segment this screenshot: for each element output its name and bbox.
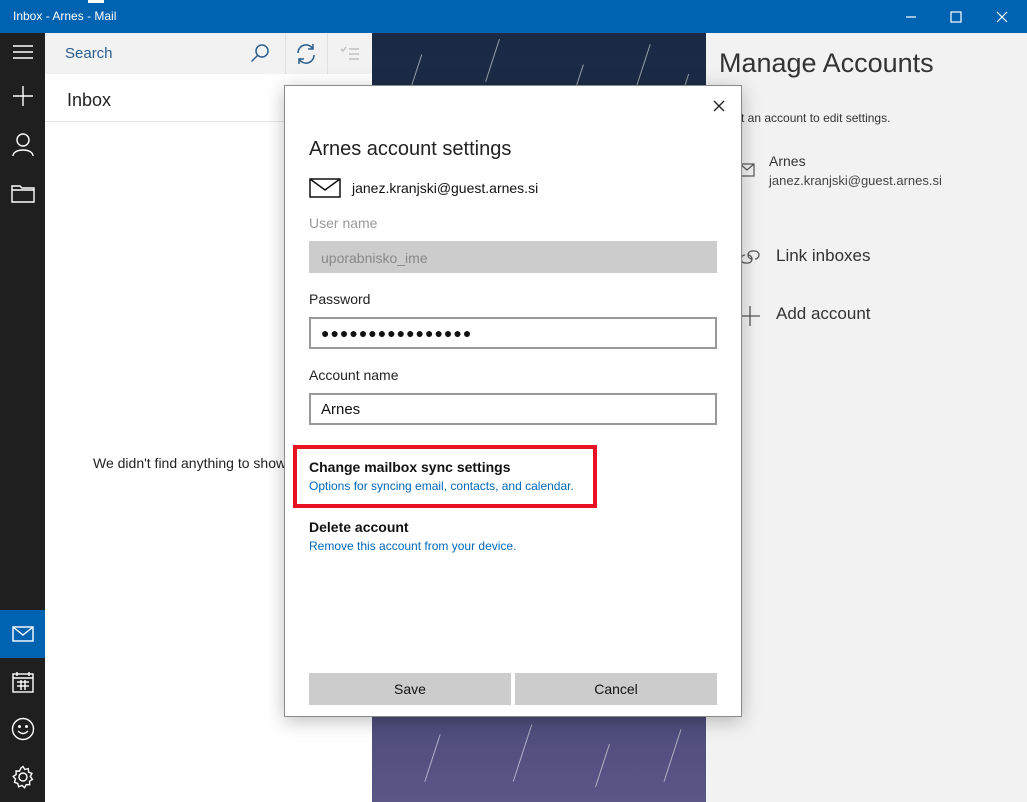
sync-settings-description[interactable]: Options for syncing email, contacts, and…: [309, 479, 574, 493]
close-icon: [996, 11, 1008, 22]
link-inboxes-label: Link inboxes: [776, 246, 871, 265]
mail-icon: [11, 626, 34, 642]
calendar-button[interactable]: [0, 658, 45, 706]
selection-mode-button[interactable]: [327, 33, 372, 74]
search-icon: [250, 44, 269, 63]
title-bar-tab-hint: [88, 0, 104, 3]
folder-title: Inbox: [67, 90, 112, 110]
add-icon: [739, 305, 761, 332]
manage-accounts-pane: Manage Accounts elect an account to edit…: [706, 33, 1027, 802]
mail-button[interactable]: [0, 610, 45, 658]
minimize-button[interactable]: [888, 0, 934, 33]
maximize-icon: [950, 10, 962, 23]
manage-accounts-subtitle: elect an account to edit settings.: [719, 111, 891, 125]
close-icon: [713, 100, 725, 112]
folders-button[interactable]: [0, 169, 45, 217]
hamburger-menu-button[interactable]: [0, 28, 45, 76]
folders-icon: [10, 185, 35, 203]
password-label: Password: [309, 291, 371, 307]
settings-icon: [11, 765, 34, 789]
delete-account-description[interactable]: Remove this account from your device.: [309, 539, 516, 553]
window-title: Inbox - Arnes - Mail: [13, 9, 117, 23]
dialog-close-button[interactable]: [705, 92, 733, 120]
navigation-rail: [0, 33, 45, 802]
account-email: janez.kranjski@guest.arnes.si: [352, 180, 539, 196]
feedback-icon: [11, 717, 34, 741]
account-settings-dialog: Arnes account settings janez.kranjski@gu…: [284, 85, 742, 717]
empty-list-message: We didn't find anything to show: [93, 455, 287, 471]
manage-accounts-title: Manage Accounts: [719, 48, 934, 78]
sync-settings-link[interactable]: Change mailbox sync settings: [309, 459, 511, 475]
highlight-box: [293, 445, 597, 508]
settings-button[interactable]: [0, 753, 45, 801]
minimize-icon: [906, 15, 916, 18]
account-name: Arnes: [769, 153, 806, 169]
save-button[interactable]: Save: [309, 673, 511, 705]
search-bar: Search: [45, 33, 372, 74]
title-bar: Inbox - Arnes - Mail: [0, 0, 1027, 33]
username-field: uporabnisko_ime: [309, 241, 717, 273]
accounts-icon: [11, 133, 34, 157]
calendar-icon: [11, 672, 34, 693]
account-email: janez.kranjski@guest.arnes.si: [769, 173, 942, 188]
account-name-field[interactable]: Arnes: [309, 393, 717, 425]
sync-button[interactable]: [285, 33, 326, 74]
cancel-button[interactable]: Cancel: [515, 673, 717, 705]
dialog-title: Arnes account settings: [309, 138, 512, 160]
link-inboxes-button[interactable]: Link inboxes: [719, 239, 1019, 275]
search-button[interactable]: [250, 43, 270, 68]
delete-account-link[interactable]: Delete account: [309, 519, 409, 535]
password-field[interactable]: ●●●●●●●●●●●●●●●●: [309, 317, 717, 349]
feedback-button[interactable]: [0, 705, 45, 753]
add-account-button[interactable]: Add account: [719, 297, 1019, 333]
close-window-button[interactable]: [979, 0, 1025, 33]
add-account-label: Add account: [776, 304, 871, 323]
sync-icon: [297, 43, 315, 64]
account-name-label: Account name: [309, 367, 399, 383]
select-list-icon: [340, 46, 359, 60]
menu-icon: [12, 45, 33, 59]
new-mail-button[interactable]: [0, 72, 45, 120]
compose-icon: [12, 86, 33, 106]
account-item-arnes[interactable]: Arnes janez.kranjski@guest.arnes.si: [719, 151, 1019, 196]
envelope-icon: [309, 178, 341, 203]
search-input[interactable]: Search: [65, 45, 113, 62]
link-icon: [739, 247, 761, 272]
accounts-button[interactable]: [0, 121, 45, 169]
maximize-button[interactable]: [933, 0, 979, 33]
username-label: User name: [309, 215, 378, 231]
